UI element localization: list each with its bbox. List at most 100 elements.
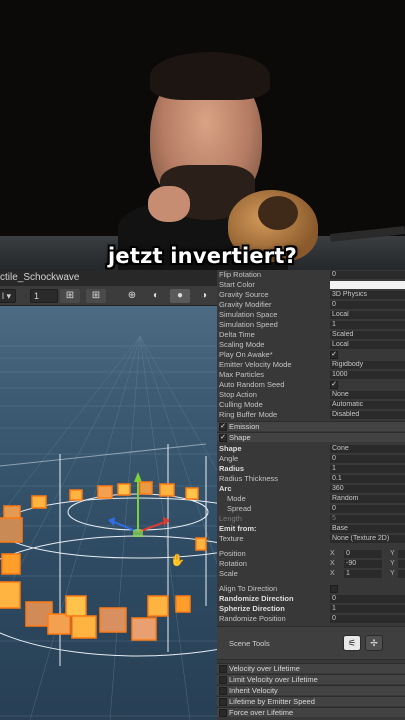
- scene-toolbar: l ▾ 1 ⊞ ⊞ ⊕ ◐ ● ◑: [0, 286, 217, 306]
- shaded-icon[interactable]: ●: [170, 289, 190, 303]
- module-checkbox[interactable]: [219, 687, 227, 695]
- transform-label: Scale: [219, 569, 238, 578]
- svg-text:✋: ✋: [170, 553, 185, 567]
- axis-y-field[interactable]: [398, 570, 405, 578]
- prop-label: Flip Rotation: [219, 270, 262, 279]
- axis-y-label: Y: [390, 550, 395, 557]
- scene-tools-label: Scene Tools: [229, 639, 270, 648]
- module-label: Velocity over Lifetime: [229, 664, 300, 673]
- prop-field-texture[interactable]: None (Texture 2D): [330, 535, 405, 543]
- module-checkbox[interactable]: ✓: [219, 434, 227, 442]
- prop-row-start-color: Start Color: [217, 280, 405, 290]
- axis-x-field[interactable]: 0: [344, 550, 382, 558]
- axis-y-field[interactable]: [398, 560, 405, 568]
- module-label: Emission: [229, 422, 260, 431]
- prop-field-delta-time[interactable]: Scaled: [330, 331, 405, 339]
- prop-field-spread[interactable]: 0: [330, 505, 405, 513]
- prop-field-ring-buffer-mode[interactable]: Disabled: [330, 411, 405, 419]
- transform-label: Rotation: [219, 559, 247, 568]
- prop-label: Stop Action: [219, 390, 257, 399]
- prop-checkbox-align-to-direction[interactable]: [330, 585, 338, 593]
- module-checkbox[interactable]: [219, 709, 227, 717]
- wireframe-icon[interactable]: ⊕: [122, 289, 142, 303]
- prop-row-culling-mode: Culling Mode Automatic: [217, 400, 405, 410]
- particle-system-inspector: Flip Rotation 0 Start Color Gravity Source 3…: [217, 270, 405, 720]
- video-caption: jetzt invertiert?: [108, 244, 297, 268]
- prop-label: Mode: [227, 494, 246, 503]
- prop-field-start-color[interactable]: [330, 281, 405, 289]
- shading-mode-dropdown[interactable]: l ▾: [0, 289, 16, 303]
- prop-field-radius-thickness[interactable]: 0.1: [330, 475, 405, 483]
- prop-field-spherize-direction[interactable]: 1: [330, 605, 405, 613]
- module-checkbox[interactable]: [219, 676, 227, 684]
- prop-label: Arc: [219, 484, 232, 493]
- module-header-velocity-over-lifetime[interactable]: Velocity over Lifetime: [217, 663, 405, 673]
- prop-field-simulation-space[interactable]: Local: [330, 311, 405, 319]
- prop-checkbox-play-on-awake[interactable]: ✓: [330, 351, 338, 359]
- prop-row-align-to-direction: Align To Direction: [217, 584, 405, 594]
- prop-row-randomize-position: Randomize Position 0: [217, 614, 405, 624]
- prop-field-radius[interactable]: 1: [330, 465, 405, 473]
- scene-tab-title: ctile_Schockwave: [0, 272, 80, 283]
- prop-field-length[interactable]: 5: [330, 515, 405, 523]
- scale-field[interactable]: 1: [30, 289, 58, 303]
- module-checkbox[interactable]: [219, 698, 227, 706]
- prop-field-scaling-mode[interactable]: Local: [330, 341, 405, 349]
- prop-field-stop-action[interactable]: None: [330, 391, 405, 399]
- shaded-wireframe-icon[interactable]: ◐: [146, 289, 166, 303]
- prop-field-shape[interactable]: Cone: [330, 445, 405, 453]
- prop-row-delta-time: Delta Time Scaled: [217, 330, 405, 340]
- module-checkbox[interactable]: [219, 665, 227, 673]
- prop-field-randomize-direction[interactable]: 0: [330, 595, 405, 603]
- scene-tab[interactable]: ctile_Schockwave: [0, 270, 217, 286]
- lighting-icon[interactable]: ◑: [194, 289, 214, 303]
- hand-cursor-icon: ✋: [170, 553, 185, 567]
- axis-y-field[interactable]: [398, 550, 405, 558]
- prop-row-length: Length 5: [217, 514, 405, 524]
- module-header-inherit-velocity[interactable]: Inherit Velocity: [217, 685, 405, 695]
- transform-shape-icon[interactable]: ✢: [365, 635, 383, 651]
- prop-field-mode[interactable]: Random: [330, 495, 405, 503]
- module-label: Lifetime by Emitter Speed: [229, 697, 315, 706]
- prop-label: Play On Awake*: [219, 350, 273, 359]
- transform-gizmo[interactable]: [108, 472, 170, 537]
- prop-label: Max Particles: [219, 370, 265, 379]
- prop-field-angle[interactable]: 0: [330, 455, 405, 463]
- prop-field-emit-from[interactable]: Base: [330, 525, 405, 533]
- module-checkbox[interactable]: ✓: [219, 423, 227, 431]
- prop-label: Texture: [219, 534, 244, 543]
- edit-shape-icon[interactable]: ⚟: [343, 635, 361, 651]
- prop-row-arc: Arc 360: [217, 484, 405, 494]
- prop-row-emit-from: Emit from: Base: [217, 524, 405, 534]
- prop-label: Randomize Direction: [219, 594, 294, 603]
- scene-viewport[interactable]: ✋: [0, 306, 217, 720]
- prop-label: Simulation Space: [219, 310, 278, 319]
- prop-field-flip-rotation[interactable]: 0: [330, 271, 405, 279]
- prop-field-randomize-position[interactable]: 0: [330, 615, 405, 623]
- prop-field-gravity-source[interactable]: 3D Physics: [330, 291, 405, 299]
- module-header-limit-velocity-over-lifetime[interactable]: Limit Velocity over Lifetime: [217, 674, 405, 684]
- module-header-emission[interactable]: ✓ Emission: [217, 421, 405, 431]
- axis-x-field[interactable]: 1: [344, 570, 382, 578]
- module-header-force-over-lifetime[interactable]: Force over Lifetime: [217, 707, 405, 717]
- prop-field-simulation-speed[interactable]: 1: [330, 321, 405, 329]
- prop-row-radius: Radius 1: [217, 464, 405, 474]
- prop-field-max-particles[interactable]: 1000: [330, 371, 405, 379]
- module-header-shape[interactable]: ✓ Shape: [217, 432, 405, 442]
- prop-label: Shape: [219, 444, 242, 453]
- prop-row-simulation-speed: Simulation Speed 1: [217, 320, 405, 330]
- prop-field-arc[interactable]: 360: [330, 485, 405, 493]
- module-header-lifetime-by-emitter-speed[interactable]: Lifetime by Emitter Speed: [217, 696, 405, 706]
- prop-field-gravity-modifier[interactable]: 0: [330, 301, 405, 309]
- prop-row-ring-buffer-mode: Ring Buffer Mode Disabled: [217, 410, 405, 420]
- module-label: Force over Lifetime: [229, 708, 294, 717]
- prop-field-emitter-velocity-mode[interactable]: Rigidbody: [330, 361, 405, 369]
- prop-row-gravity-modifier: Gravity Modifier 0: [217, 300, 405, 310]
- axis-x-field[interactable]: -90: [344, 560, 382, 568]
- prop-field-culling-mode[interactable]: Automatic: [330, 401, 405, 409]
- grid-snap-icon[interactable]: ⊞: [60, 289, 80, 303]
- grid-toggle-icon[interactable]: ⊞: [86, 289, 106, 303]
- prop-label: Ring Buffer Mode: [219, 410, 278, 419]
- prop-checkbox-auto-random-seed[interactable]: ✓: [330, 381, 338, 389]
- prop-row-scaling-mode: Scaling Mode Local: [217, 340, 405, 350]
